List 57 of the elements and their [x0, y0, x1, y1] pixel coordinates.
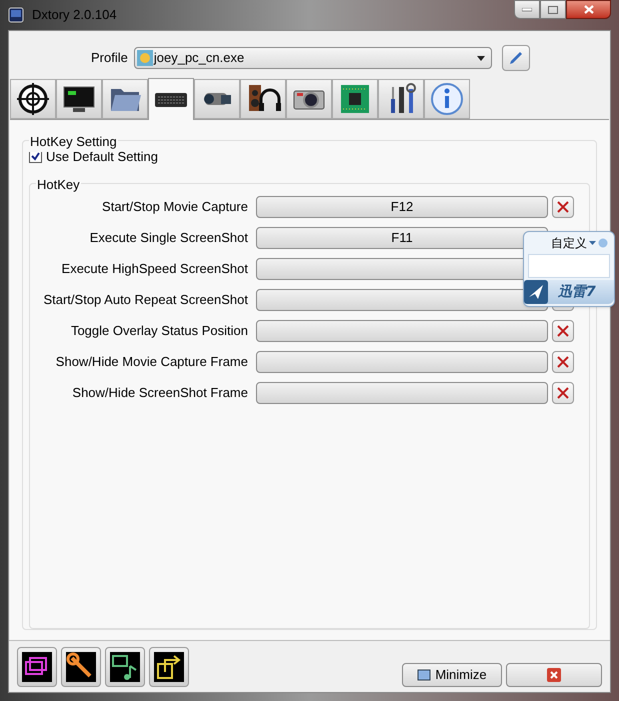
tab[interactable]	[194, 79, 240, 119]
hotkey-label: Toggle Overlay Status Position	[70, 322, 248, 340]
hotkey-field[interactable]	[256, 320, 548, 342]
crosshair-icon	[15, 81, 51, 117]
minimize-icon	[522, 8, 532, 12]
game-icon	[136, 50, 153, 66]
tab[interactable]	[332, 79, 378, 119]
hotkey-field[interactable]	[256, 288, 548, 310]
tab[interactable]	[102, 79, 148, 119]
tab[interactable]	[10, 79, 56, 119]
close-button[interactable]	[566, 0, 611, 19]
brand-name: 迅雷7	[558, 282, 596, 302]
hotkey-label: Start/Stop Movie Capture	[101, 198, 248, 216]
bird-icon	[524, 280, 548, 304]
clear-button[interactable]	[552, 350, 574, 372]
clear-button[interactable]	[552, 196, 574, 218]
dropdown-arrow-icon	[476, 56, 485, 60]
tab[interactable]	[56, 79, 102, 119]
tab[interactable]	[240, 79, 286, 119]
hotkey-field[interactable]: F11	[256, 226, 548, 248]
minimize-button[interactable]	[514, 0, 540, 19]
exit-button[interactable]	[506, 662, 602, 686]
maximize-button[interactable]	[540, 0, 566, 19]
hotkey-label: Show/Hide Movie Capture Frame	[54, 352, 248, 371]
brand-bar[interactable]: 迅雷7	[524, 280, 614, 304]
checkbox-label: Use Default Setting	[46, 149, 158, 166]
tab[interactable]	[378, 79, 424, 119]
clear-icon	[556, 324, 570, 338]
hotkey-label: Start/Stop Auto Repeat ScreenShot	[42, 290, 248, 309]
tab[interactable]	[286, 79, 332, 119]
info-icon	[429, 81, 465, 117]
clear-icon	[556, 386, 570, 400]
clear-icon	[556, 200, 570, 214]
widget-title[interactable]: 自定义	[551, 234, 587, 252]
window-title: Dxtory 2.0.104	[32, 6, 117, 24]
hotkey-field[interactable]	[256, 382, 548, 404]
maximize-icon	[548, 6, 558, 14]
edit-profile-button[interactable]	[502, 45, 530, 71]
clear-button[interactable]	[552, 382, 574, 404]
dropdown-arrow-icon	[589, 241, 596, 245]
hotkey-label: Show/Hide ScreenShot Frame	[71, 384, 248, 402]
hotkey-label: Execute Single ScreenShot	[88, 228, 248, 247]
hotkey-field[interactable]: F12	[256, 196, 548, 218]
hotkey-field[interactable]	[256, 350, 548, 372]
tab[interactable]	[148, 78, 194, 120]
hotkey-label: Execute HighSpeed ScreenShot	[60, 260, 248, 278]
minimize-to-tray-button[interactable]: Minimize	[402, 662, 502, 686]
profile-label: Profile	[91, 49, 128, 68]
pencil-icon	[508, 50, 524, 66]
profile-dropdown[interactable]: joey_pc_cn.exe	[134, 47, 492, 69]
app-icon	[8, 7, 24, 23]
clear-icon	[556, 354, 570, 368]
clear-button[interactable]	[552, 320, 574, 342]
close-icon	[584, 5, 594, 14]
close-icon	[547, 668, 561, 682]
bubble-icon	[598, 238, 608, 248]
window-icon	[417, 668, 432, 680]
